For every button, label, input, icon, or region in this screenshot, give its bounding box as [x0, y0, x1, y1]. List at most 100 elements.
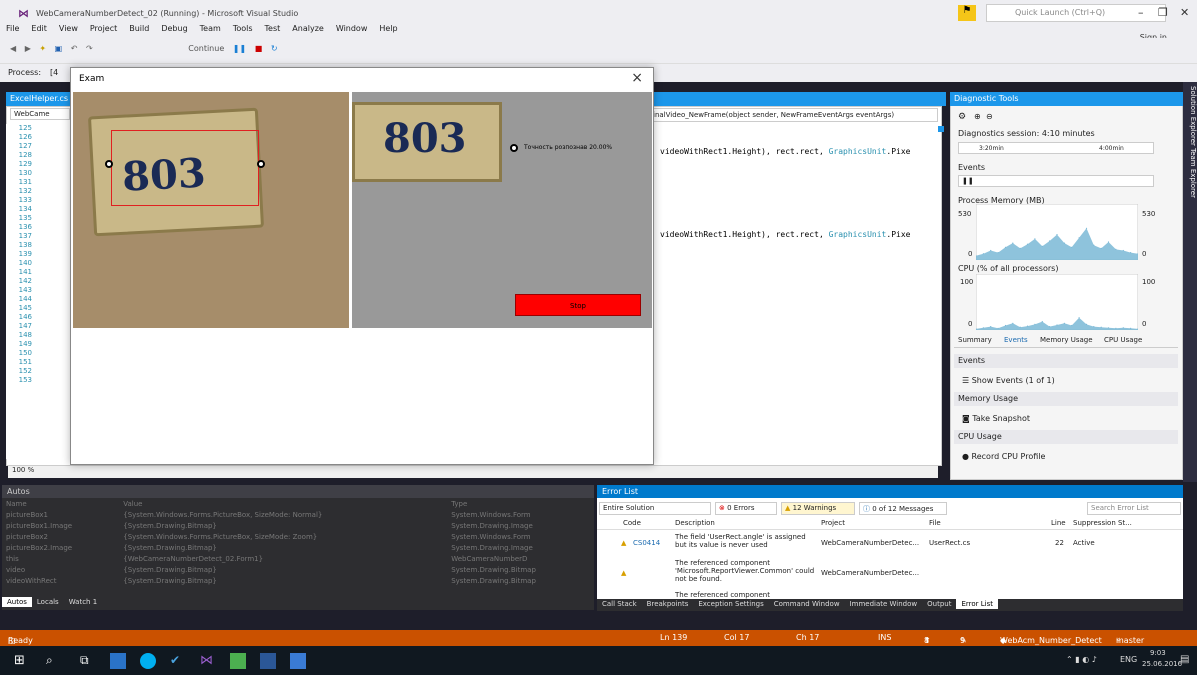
- close-button[interactable]: ✕: [1180, 6, 1189, 19]
- menu-tools[interactable]: Tools: [227, 22, 259, 33]
- crop-handle[interactable]: [510, 144, 518, 152]
- tab-command-window[interactable]: Command Window: [769, 599, 845, 609]
- tab-cpu-usage[interactable]: CPU Usage: [1104, 336, 1142, 344]
- table-row[interactable]: pictureBox1 {System.Windows.Forms.Picture…: [2, 509, 594, 520]
- save-icon[interactable]: ▣: [55, 44, 63, 58]
- memory-chart[interactable]: [976, 204, 1138, 260]
- column-header[interactable]: File: [929, 519, 941, 527]
- column-header[interactable]: Type: [447, 498, 594, 509]
- menu-team[interactable]: Team: [194, 22, 227, 33]
- table-row[interactable]: The referenced component: [597, 591, 1183, 599]
- app-icon[interactable]: [230, 653, 246, 669]
- method-combo[interactable]: inalVideo_NewFrame(object sender, NewFra…: [648, 108, 938, 122]
- redo-icon[interactable]: ↷: [86, 44, 93, 58]
- minimize-button[interactable]: –: [1138, 6, 1144, 19]
- stop-debug-icon[interactable]: ■: [255, 44, 263, 58]
- tab-call-stack[interactable]: Call Stack: [597, 599, 642, 609]
- new-project-icon[interactable]: ✦: [39, 44, 46, 58]
- search-error-list-input[interactable]: Search Error List: [1087, 502, 1181, 515]
- column-header[interactable]: Code: [623, 519, 641, 527]
- tab-watch[interactable]: Watch 1: [64, 597, 102, 607]
- feedback-flag-icon[interactable]: ⚑: [958, 5, 976, 21]
- tab-immediate-window[interactable]: Immediate Window: [845, 599, 923, 609]
- file-explorer-icon[interactable]: [110, 653, 126, 669]
- stop-button[interactable]: Stop: [515, 294, 641, 316]
- menu-build[interactable]: Build: [123, 22, 155, 33]
- errors-filter[interactable]: ⊗ 0 Errors: [715, 502, 777, 515]
- clock-time[interactable]: 9:03: [1150, 649, 1166, 657]
- take-snapshot-link[interactable]: ◙ Take Snapshot: [962, 414, 1030, 423]
- visual-studio-taskbar-icon[interactable]: ⋈: [200, 653, 216, 669]
- table-row[interactable]: pictureBox2.Image {System.Drawing.Bitmap}…: [2, 542, 594, 553]
- column-header[interactable]: Project: [821, 519, 845, 527]
- project-combo[interactable]: WebCame: [10, 108, 70, 120]
- menu-test[interactable]: Test: [259, 22, 287, 33]
- table-row[interactable]: pictureBox1.Image {System.Drawing.Bitmap}…: [2, 520, 594, 531]
- tab-summary[interactable]: Summary: [958, 336, 992, 344]
- rotate-handle[interactable]: [105, 160, 113, 168]
- tab-autos[interactable]: Autos: [2, 597, 32, 607]
- continue-button[interactable]: Continue: [188, 44, 224, 58]
- zoom-level[interactable]: 100 %: [12, 466, 34, 474]
- events-track[interactable]: ❚❚: [958, 175, 1154, 187]
- column-header[interactable]: Name: [2, 498, 119, 509]
- table-row[interactable]: ▲ The referenced component 'Microsoft.Re…: [597, 559, 1183, 591]
- restart-icon[interactable]: ↻: [271, 44, 278, 58]
- clock-date[interactable]: 25.06.2016: [1142, 660, 1182, 668]
- rotate-handle[interactable]: [257, 160, 265, 168]
- maximize-button[interactable]: ❐: [1158, 6, 1168, 19]
- tab-events[interactable]: Events: [1004, 336, 1028, 344]
- windows-start-icon[interactable]: ⊞: [14, 653, 30, 669]
- column-header[interactable]: Description: [675, 519, 715, 527]
- forward-icon[interactable]: ▶: [25, 44, 31, 58]
- table-row[interactable]: ▲ CS0414 The field 'UserRect.angle' is a…: [597, 533, 1183, 557]
- tab-error-list[interactable]: Error List: [956, 599, 998, 609]
- table-row[interactable]: video {System.Drawing.Bitmap} System.Drawi…: [2, 564, 594, 575]
- mail-icon[interactable]: ✔: [170, 653, 186, 669]
- tab-locals[interactable]: Locals: [32, 597, 64, 607]
- menu-debug[interactable]: Debug: [155, 22, 193, 33]
- settings-icon[interactable]: ⚙: [958, 112, 966, 122]
- error-code[interactable]: CS0414: [633, 539, 660, 547]
- notifications-icon[interactable]: ▤: [1180, 654, 1189, 665]
- back-icon[interactable]: ◀: [10, 44, 16, 58]
- search-icon[interactable]: ⌕: [46, 653, 62, 669]
- column-header[interactable]: Value: [119, 498, 447, 509]
- skype-icon[interactable]: [140, 653, 156, 669]
- zoom-out-icon[interactable]: ⊖: [986, 112, 993, 121]
- side-tab-strip[interactable]: Solution Explorer Team Explorer: [1183, 82, 1197, 482]
- undo-icon[interactable]: ↶: [71, 44, 78, 58]
- messages-filter[interactable]: ⓘ 0 of 12 Messages: [859, 502, 947, 515]
- break-all-icon[interactable]: ❚❚: [233, 44, 246, 58]
- warnings-filter[interactable]: ▲ 12 Warnings: [781, 502, 855, 515]
- show-events-link[interactable]: ☰ Show Events (1 of 1): [962, 376, 1055, 385]
- table-row[interactable]: this {WebCameraNumberDetect_02.Form1} WebC…: [2, 553, 594, 564]
- menu-help[interactable]: Help: [373, 22, 403, 33]
- app-icon[interactable]: [290, 653, 306, 669]
- table-row[interactable]: pictureBox2 {System.Windows.Forms.Picture…: [2, 531, 594, 542]
- detection-rect[interactable]: [111, 130, 259, 206]
- tab-exception-settings[interactable]: Exception Settings: [693, 599, 768, 609]
- dialog-close-icon[interactable]: ×: [631, 70, 643, 86]
- tab-memory-usage[interactable]: Memory Usage: [1040, 336, 1093, 344]
- language-indicator[interactable]: ENG: [1120, 655, 1137, 664]
- cpu-chart[interactable]: [976, 274, 1138, 330]
- zoom-in-icon[interactable]: ⊕: [974, 112, 981, 121]
- timeline-ruler[interactable]: 3:20min 4:00min: [958, 142, 1154, 154]
- menu-view[interactable]: View: [53, 22, 84, 33]
- menu-file[interactable]: File: [0, 22, 25, 33]
- menu-window[interactable]: Window: [330, 22, 374, 33]
- app-icon[interactable]: [260, 653, 276, 669]
- scope-dropdown[interactable]: Entire Solution: [599, 502, 711, 515]
- table-row[interactable]: videoWithRect {System.Drawing.Bitmap} Syst…: [2, 575, 594, 586]
- column-header[interactable]: Line: [1051, 519, 1066, 527]
- menu-edit[interactable]: Edit: [25, 22, 53, 33]
- column-header[interactable]: Suppression St...: [1073, 519, 1132, 527]
- menu-project[interactable]: Project: [84, 22, 123, 33]
- tab-breakpoints[interactable]: Breakpoints: [642, 599, 694, 609]
- record-cpu-link[interactable]: ● Record CPU Profile: [962, 452, 1045, 461]
- tab-output[interactable]: Output: [922, 599, 956, 609]
- process-value[interactable]: [4: [50, 68, 58, 77]
- task-view-icon[interactable]: ⧉: [80, 653, 96, 669]
- tray-icons[interactable]: ⌃ ▮ ◐ ♪: [1066, 655, 1097, 664]
